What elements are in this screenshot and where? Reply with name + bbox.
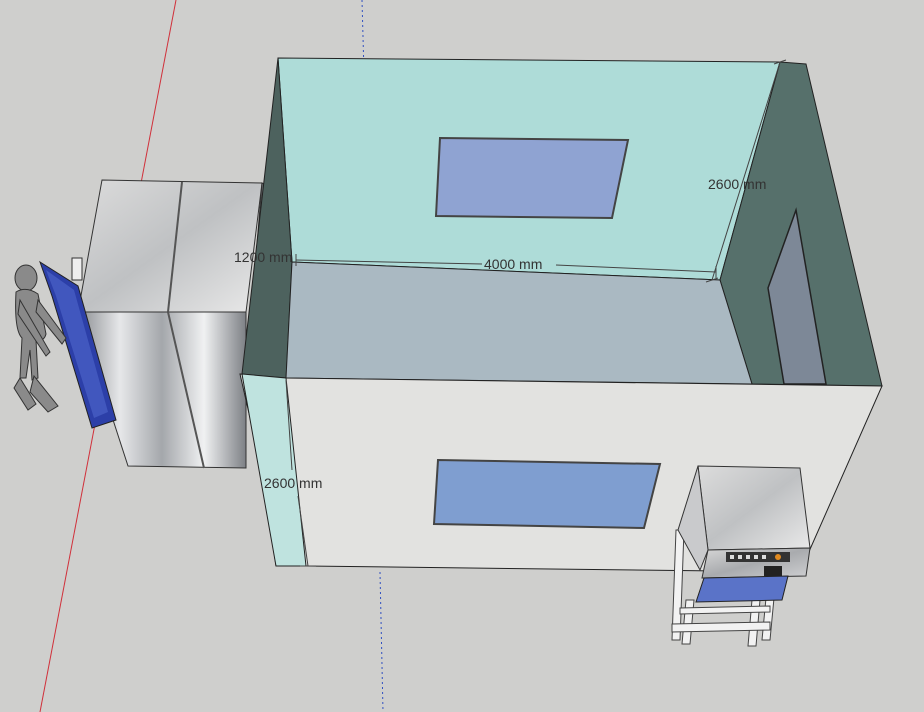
pass-box-door[interactable] [695, 575, 789, 603]
dimension-label-top-height: 2600 mm [708, 176, 766, 192]
pass-box-on-stand[interactable] [671, 465, 811, 647]
dimension-label-room-length: 4000 mm [484, 256, 542, 272]
front-wall-window [432, 458, 662, 530]
floor [285, 261, 753, 385]
blue-axis-line-lower [379, 571, 384, 712]
sketchup-viewport[interactable]: 2600 mm 4000 mm 1200 mm 2600 mm [0, 0, 924, 712]
back-wall-window [434, 136, 630, 220]
dimension-label-ante-length: 1200 mm [234, 249, 292, 265]
dimension-label-front-height: 2600 mm [264, 475, 322, 491]
